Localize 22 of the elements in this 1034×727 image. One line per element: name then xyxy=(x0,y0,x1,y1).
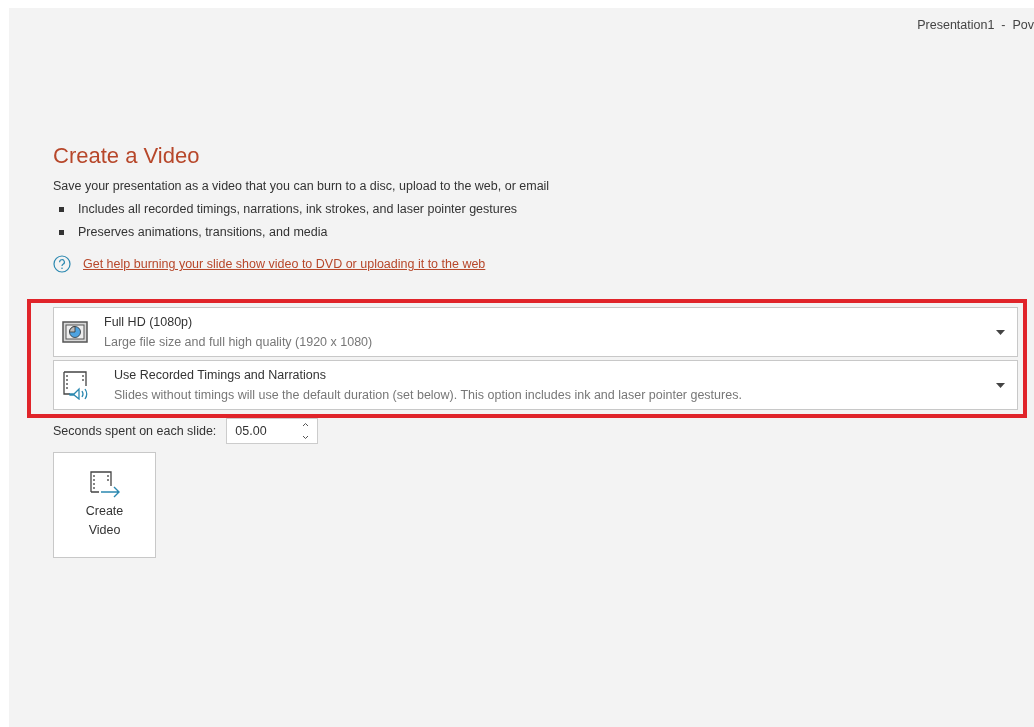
option-title: Use Recorded Timings and Narrations xyxy=(114,368,327,382)
help-link[interactable]: Get help burning your slide show video to DVD or uploading it to the web xyxy=(83,257,486,271)
monitor-icon xyxy=(62,320,88,344)
page-heading: Create a Video xyxy=(53,143,201,169)
caret-icon xyxy=(996,382,1005,388)
option-title: Full HD (1080p) xyxy=(104,315,194,329)
bullet-text: Preserves animations, transitions, and media xyxy=(78,225,328,239)
option-description: Large file size and full high quality (1920 x 1080) xyxy=(104,335,374,349)
create-video-button[interactable]: Create Video xyxy=(53,452,156,558)
bullet-icon xyxy=(59,206,64,212)
bullet-icon xyxy=(59,229,64,235)
seconds-label: Seconds spent on each slide: xyxy=(53,424,217,438)
dropdown[interactable]: Full HD (1080p) Large file size and full high quality (1920 x 1080) xyxy=(53,307,1018,357)
window-title: Presentation1 - Pov xyxy=(917,18,1034,34)
spin-arrows-icon xyxy=(302,422,310,440)
bullet-text: Includes all recorded timings, narrations, ink strokes, and laser pointer gestures xyxy=(78,202,518,216)
help-icon xyxy=(53,255,71,273)
description-text: Save your presentation as a video that you can burn to a disc, upload to the web, or email xyxy=(53,179,551,193)
seconds-spinner[interactable]: 05.00 xyxy=(226,418,319,444)
option-description: Slides without timings will use the default duration (set below). This option includes ink and laser pointer gestures. xyxy=(114,388,743,402)
caret-icon xyxy=(996,329,1005,335)
dropdown[interactable]: Use Recorded Timings and Narrations Slides without timings will use the default duration (set below). This option includes ink and laser pointer gestures. xyxy=(53,360,1018,410)
